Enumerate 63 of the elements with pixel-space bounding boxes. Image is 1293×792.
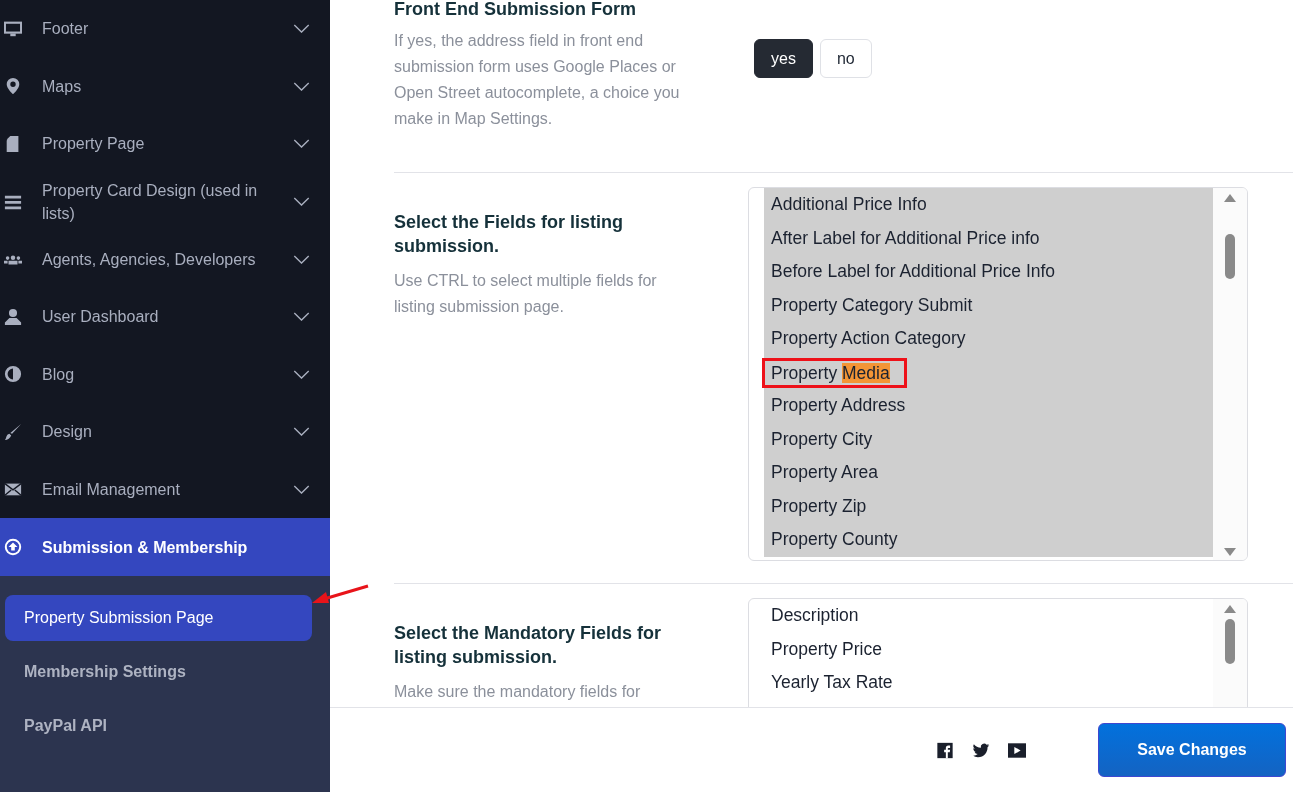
option-label: Property <box>771 362 838 383</box>
menu-item[interactable]: Property Card Design (used in lists) <box>0 172 330 231</box>
scrollbar-thumb[interactable] <box>1225 619 1235 664</box>
user-icon <box>4 307 22 326</box>
list-option[interactable]: Property Area <box>764 456 1213 490</box>
menu-item[interactable]: Blog <box>0 345 330 403</box>
section-description: Use CTRL to select multiple fields for listing submission page. <box>394 271 658 317</box>
brush-icon <box>4 422 22 441</box>
menu-item[interactable]: Design <box>0 403 330 461</box>
scrollbar-thumb[interactable] <box>1225 234 1235 279</box>
menu-item[interactable]: Agents, Agencies, Developers <box>0 230 330 288</box>
envelope-icon <box>4 480 22 499</box>
bird-icon[interactable] <box>972 741 990 759</box>
list-option[interactable]: Property Zip <box>764 489 1213 523</box>
menu-item[interactable]: Property Page <box>0 115 330 173</box>
menu-item[interactable]: Maps <box>0 57 330 115</box>
facebook-icon[interactable] <box>936 741 954 759</box>
list-option[interactable]: Description <box>764 599 1213 633</box>
map-pin-icon <box>4 77 22 96</box>
menu-item[interactable]: Footer <box>0 0 330 58</box>
section-title: Select the Mandatory Fields for listing submission. <box>394 622 663 669</box>
list-option[interactable]: Property County <box>764 523 1213 557</box>
submenu-item[interactable]: Property Submission Page <box>5 595 312 641</box>
multi-select-list[interactable] <box>748 187 1248 561</box>
chevron-down-icon <box>293 139 310 149</box>
scroll-up-icon[interactable] <box>1224 605 1236 613</box>
save-button[interactable]: Save Changes <box>1098 723 1286 777</box>
list-option[interactable]: Yearly Tax Rate <box>764 666 1213 700</box>
list-option[interactable]: Property Media <box>764 355 1213 389</box>
list-option[interactable]: Property Category Submit <box>764 288 1213 322</box>
list-option[interactable]: Before Label for Additional Price Info <box>764 255 1213 289</box>
play-icon[interactable] <box>1008 741 1026 759</box>
menu-item[interactable]: Submission & Membership <box>0 518 330 576</box>
section-description: Make sure the mandatory fields for <box>394 682 642 702</box>
section-title: Select the Fields for listing submission. <box>394 211 625 258</box>
submenu-item[interactable]: Membership Settings <box>5 649 312 695</box>
chevron-down-icon <box>293 254 310 264</box>
search-highlight: Media <box>842 362 890 383</box>
chevron-down-icon <box>293 197 310 206</box>
chevron-down-icon <box>293 484 310 494</box>
section-description: If yes, the address field in front end submission form uses Google Places or Open Street autocomplete, a choice you make in Map Settings. <box>394 31 681 129</box>
monitor-icon <box>4 19 22 38</box>
list-option[interactable]: Property Price <box>764 632 1213 666</box>
chevron-down-icon <box>293 369 310 379</box>
upload-icon <box>4 538 22 556</box>
section-title: Front End Submission Form <box>394 0 637 18</box>
chevron-down-icon <box>293 312 310 322</box>
chevron-down-icon <box>293 427 310 437</box>
list-option[interactable]: Additional Price Info <box>764 188 1213 222</box>
menu-item[interactable]: Email Management <box>0 460 330 518</box>
list-option[interactable]: Property City <box>764 422 1213 456</box>
list-option[interactable]: After Label for Additional Price info <box>764 221 1213 255</box>
scroll-up-icon[interactable] <box>1224 194 1236 202</box>
toggle-button[interactable]: no <box>819 39 872 78</box>
list-option[interactable]: Property Address <box>764 389 1213 423</box>
list-option[interactable]: Property Action Category <box>764 322 1213 356</box>
submenu-item[interactable]: PayPal API <box>5 703 312 749</box>
toggle-button[interactable]: yes <box>754 39 813 78</box>
menu-item[interactable]: User Dashboard <box>0 288 330 346</box>
chevron-down-icon <box>293 24 310 34</box>
scroll-down-icon[interactable] <box>1224 548 1236 556</box>
scrollbar[interactable] <box>1213 188 1247 560</box>
chevron-down-icon <box>293 81 310 91</box>
